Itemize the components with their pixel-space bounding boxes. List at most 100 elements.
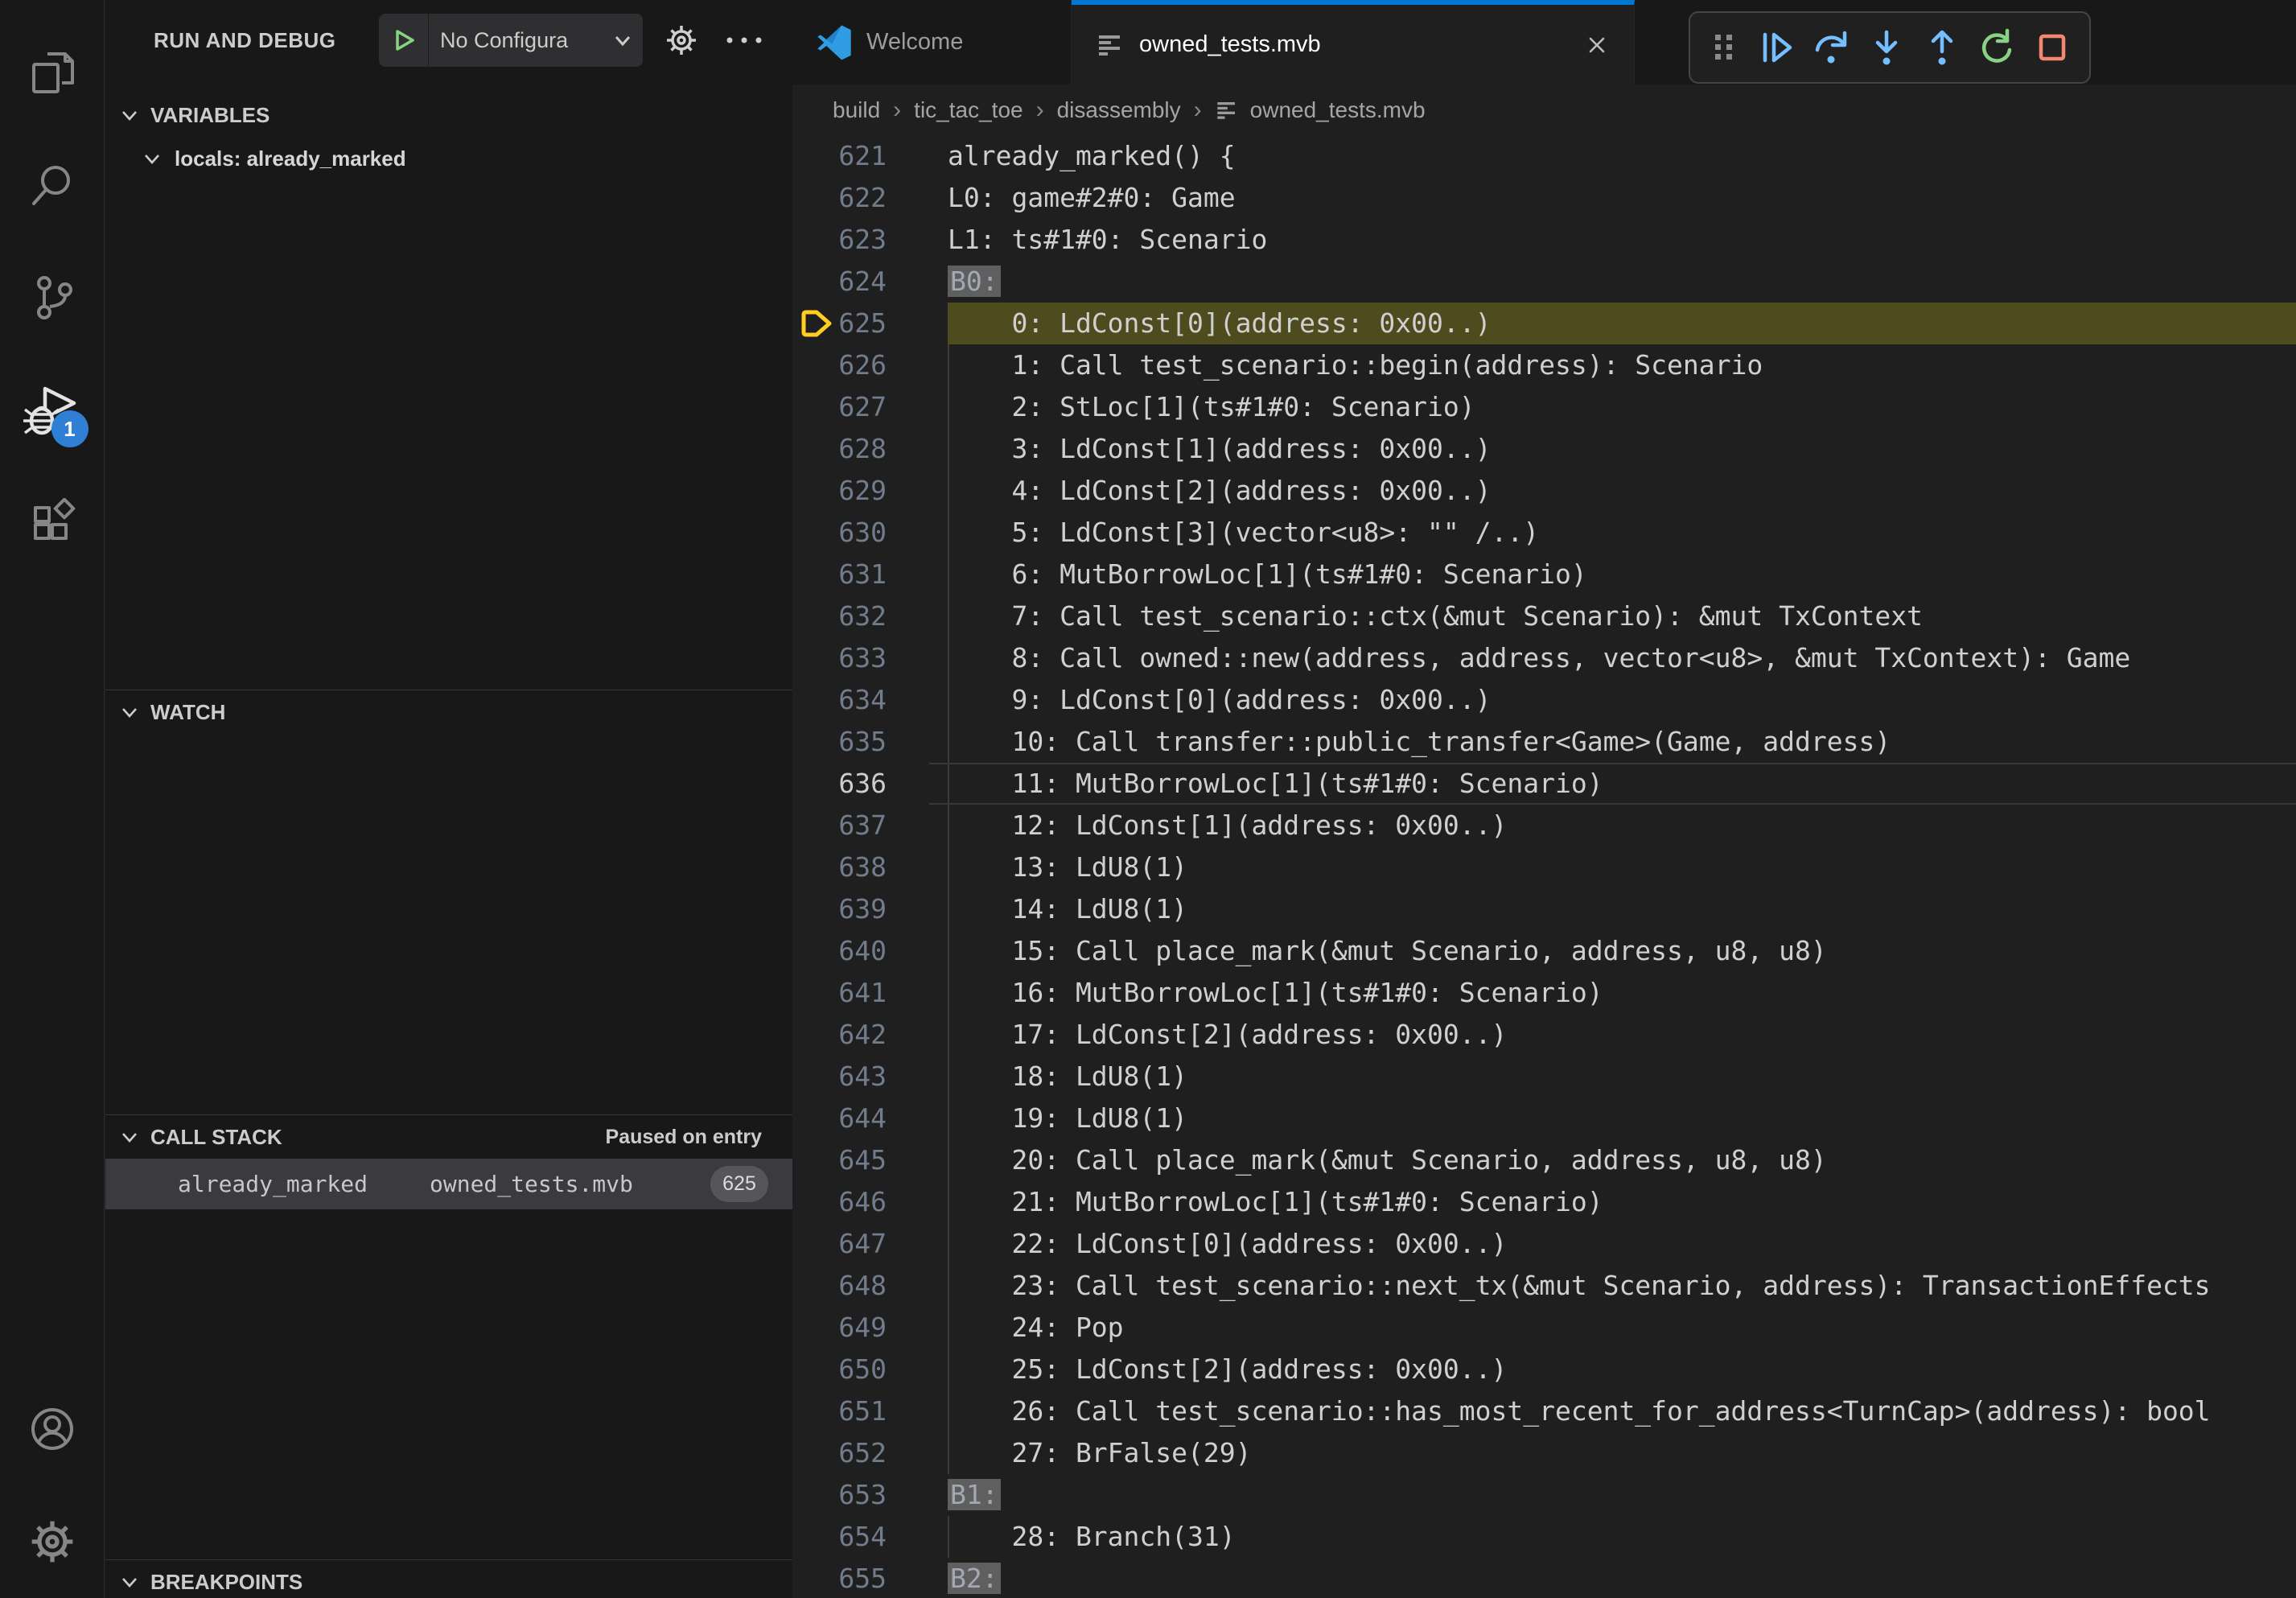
gutter-641[interactable]: 641 <box>792 972 948 1014</box>
code-text-621[interactable]: already_marked() { <box>948 135 1236 177</box>
code-text-650[interactable]: 25: LdConst[2](address: 0x00..) <box>948 1349 1507 1390</box>
step-out-button[interactable] <box>1923 28 1961 67</box>
gutter-629[interactable]: 629 <box>792 470 948 512</box>
gutter-623[interactable]: 623 <box>792 219 948 261</box>
restart-button[interactable] <box>1977 28 2016 67</box>
code-text-654[interactable]: 28: Branch(31) <box>948 1516 1236 1558</box>
chevron-down-icon[interactable] <box>611 31 643 50</box>
code-text-635[interactable]: 10: Call transfer::public_transfer<Game>… <box>948 721 1891 763</box>
stack-frame-row[interactable]: already_marked owned_tests.mvb 625 <box>105 1159 792 1209</box>
code-text-632[interactable]: 7: Call test_scenario::ctx(&mut Scenario… <box>948 595 1923 637</box>
code-text-631[interactable]: 6: MutBorrowLoc[1](ts#1#0: Scenario) <box>948 554 1587 595</box>
watch-header[interactable]: WATCH <box>105 690 792 734</box>
settings-gear-icon[interactable] <box>0 1485 105 1598</box>
code-text-624[interactable]: B0: <box>948 261 1001 303</box>
gutter-650[interactable]: 650 <box>792 1349 948 1390</box>
step-over-button[interactable] <box>1812 28 1850 67</box>
gutter-642[interactable]: 642 <box>792 1014 948 1056</box>
breadcrumb-file[interactable]: owned_tests.mvb <box>1215 97 1426 123</box>
gutter-639[interactable]: 639 <box>792 888 948 930</box>
continue-button[interactable] <box>1757 28 1796 67</box>
gutter-652[interactable]: 652 <box>792 1432 948 1474</box>
tab-welcome[interactable]: Welcome <box>792 0 1072 84</box>
variables-header[interactable]: VARIABLES <box>105 93 792 137</box>
code-text-649[interactable]: 24: Pop <box>948 1307 1124 1349</box>
explorer-icon[interactable] <box>0 16 105 129</box>
gutter-648[interactable]: 648 <box>792 1265 948 1307</box>
code-text-655[interactable]: B2: <box>948 1558 1001 1598</box>
code-text-634[interactable]: 9: LdConst[0](address: 0x00..) <box>948 679 1492 721</box>
code-text-639[interactable]: 14: LdU8(1) <box>948 888 1187 930</box>
code-text-637[interactable]: 12: LdConst[1](address: 0x00..) <box>948 805 1507 846</box>
code-text-627[interactable]: 2: StLoc[1](ts#1#0: Scenario) <box>948 386 1475 428</box>
code-text-651[interactable]: 26: Call test_scenario::has_most_recent_… <box>948 1390 2211 1432</box>
gutter-633[interactable]: 633 <box>792 637 948 679</box>
gutter-653[interactable]: 653 <box>792 1474 948 1516</box>
gutter-635[interactable]: 635 <box>792 721 948 763</box>
code-text-647[interactable]: 22: LdConst[0](address: 0x00..) <box>948 1223 1507 1265</box>
gutter-643[interactable]: 643 <box>792 1056 948 1098</box>
breakpoints-header[interactable]: BREAKPOINTS <box>105 1560 792 1598</box>
gutter-630[interactable]: 630 <box>792 512 948 554</box>
call-stack-header[interactable]: CALL STACK Paused on entry <box>105 1115 792 1159</box>
gutter-628[interactable]: 628 <box>792 428 948 470</box>
code-text-622[interactable]: L0: game#2#0: Game <box>948 177 1236 219</box>
gutter-646[interactable]: 646 <box>792 1181 948 1223</box>
code-text-644[interactable]: 19: LdU8(1) <box>948 1098 1187 1139</box>
code-text-643[interactable]: 18: LdU8(1) <box>948 1056 1187 1098</box>
gutter-655[interactable]: 655 <box>792 1558 948 1598</box>
gutter-634[interactable]: 634 <box>792 679 948 721</box>
gutter-632[interactable]: 632 <box>792 595 948 637</box>
gutter-649[interactable]: 649 <box>792 1307 948 1349</box>
account-icon[interactable] <box>0 1373 105 1485</box>
code-text-653[interactable]: B1: <box>948 1474 1001 1516</box>
code-text-652[interactable]: 27: BrFalse(29) <box>948 1432 1252 1474</box>
gutter-640[interactable]: 640 <box>792 930 948 972</box>
gutter-622[interactable]: 622 <box>792 177 948 219</box>
code-text-648[interactable]: 23: Call test_scenario::next_tx(&mut Sce… <box>948 1265 2211 1307</box>
gutter-636[interactable]: 636 <box>792 763 948 805</box>
gutter-626[interactable]: 626 <box>792 344 948 386</box>
breadcrumb-item[interactable]: disassembly <box>1057 97 1181 123</box>
debug-settings-gear-icon[interactable] <box>662 21 701 60</box>
gutter-627[interactable]: 627 <box>792 386 948 428</box>
code-text-628[interactable]: 3: LdConst[1](address: 0x00..) <box>948 428 1492 470</box>
gutter-651[interactable]: 651 <box>792 1390 948 1432</box>
code-text-636[interactable]: 11: MutBorrowLoc[1](ts#1#0: Scenario) <box>948 763 1603 805</box>
gutter-625[interactable]: 625 <box>792 303 948 344</box>
start-debug-button[interactable] <box>379 14 429 67</box>
step-into-button[interactable] <box>1867 28 1906 67</box>
code-text-625[interactable]: 0: LdConst[0](address: 0x00..) <box>948 303 1492 344</box>
breadcrumb-item[interactable]: tic_tac_toe <box>914 97 1023 123</box>
more-actions-icon[interactable] <box>723 29 765 51</box>
code-text-623[interactable]: L1: ts#1#0: Scenario <box>948 219 1267 261</box>
search-icon[interactable] <box>0 129 105 241</box>
code-text-633[interactable]: 8: Call owned::new(address, address, vec… <box>948 637 2130 679</box>
tab-owned-tests[interactable]: owned_tests.mvb <box>1072 0 1635 84</box>
source-control-icon[interactable] <box>0 241 105 354</box>
extensions-icon[interactable] <box>0 467 105 579</box>
run-and-debug-icon[interactable]: 1 <box>0 354 105 467</box>
gutter-647[interactable]: 647 <box>792 1223 948 1265</box>
config-dropdown[interactable]: No Configura <box>429 28 611 53</box>
code-text-629[interactable]: 4: LdConst[2](address: 0x00..) <box>948 470 1492 512</box>
code-text-638[interactable]: 13: LdU8(1) <box>948 846 1187 888</box>
drag-handle-icon[interactable] <box>1708 30 1740 65</box>
code-text-645[interactable]: 20: Call place_mark(&mut Scenario, addre… <box>948 1139 1827 1181</box>
stop-button[interactable] <box>2033 28 2072 67</box>
code-text-642[interactable]: 17: LdConst[2](address: 0x00..) <box>948 1014 1507 1056</box>
gutter-645[interactable]: 645 <box>792 1139 948 1181</box>
close-icon[interactable] <box>1584 32 1610 58</box>
code-text-646[interactable]: 21: MutBorrowLoc[1](ts#1#0: Scenario) <box>948 1181 1603 1223</box>
variables-scope-row[interactable]: locals: already_marked <box>105 137 792 180</box>
breadcrumb-item[interactable]: build <box>833 97 880 123</box>
code-text-630[interactable]: 5: LdConst[3](vector<u8>: "" /..) <box>948 512 1539 554</box>
code-text-640[interactable]: 15: Call place_mark(&mut Scenario, addre… <box>948 930 1827 972</box>
gutter-637[interactable]: 637 <box>792 805 948 846</box>
gutter-631[interactable]: 631 <box>792 554 948 595</box>
gutter-654[interactable]: 654 <box>792 1516 948 1558</box>
gutter-624[interactable]: 624 <box>792 261 948 303</box>
code-text-641[interactable]: 16: MutBorrowLoc[1](ts#1#0: Scenario) <box>948 972 1603 1014</box>
gutter-644[interactable]: 644 <box>792 1098 948 1139</box>
gutter-621[interactable]: 621 <box>792 135 948 177</box>
